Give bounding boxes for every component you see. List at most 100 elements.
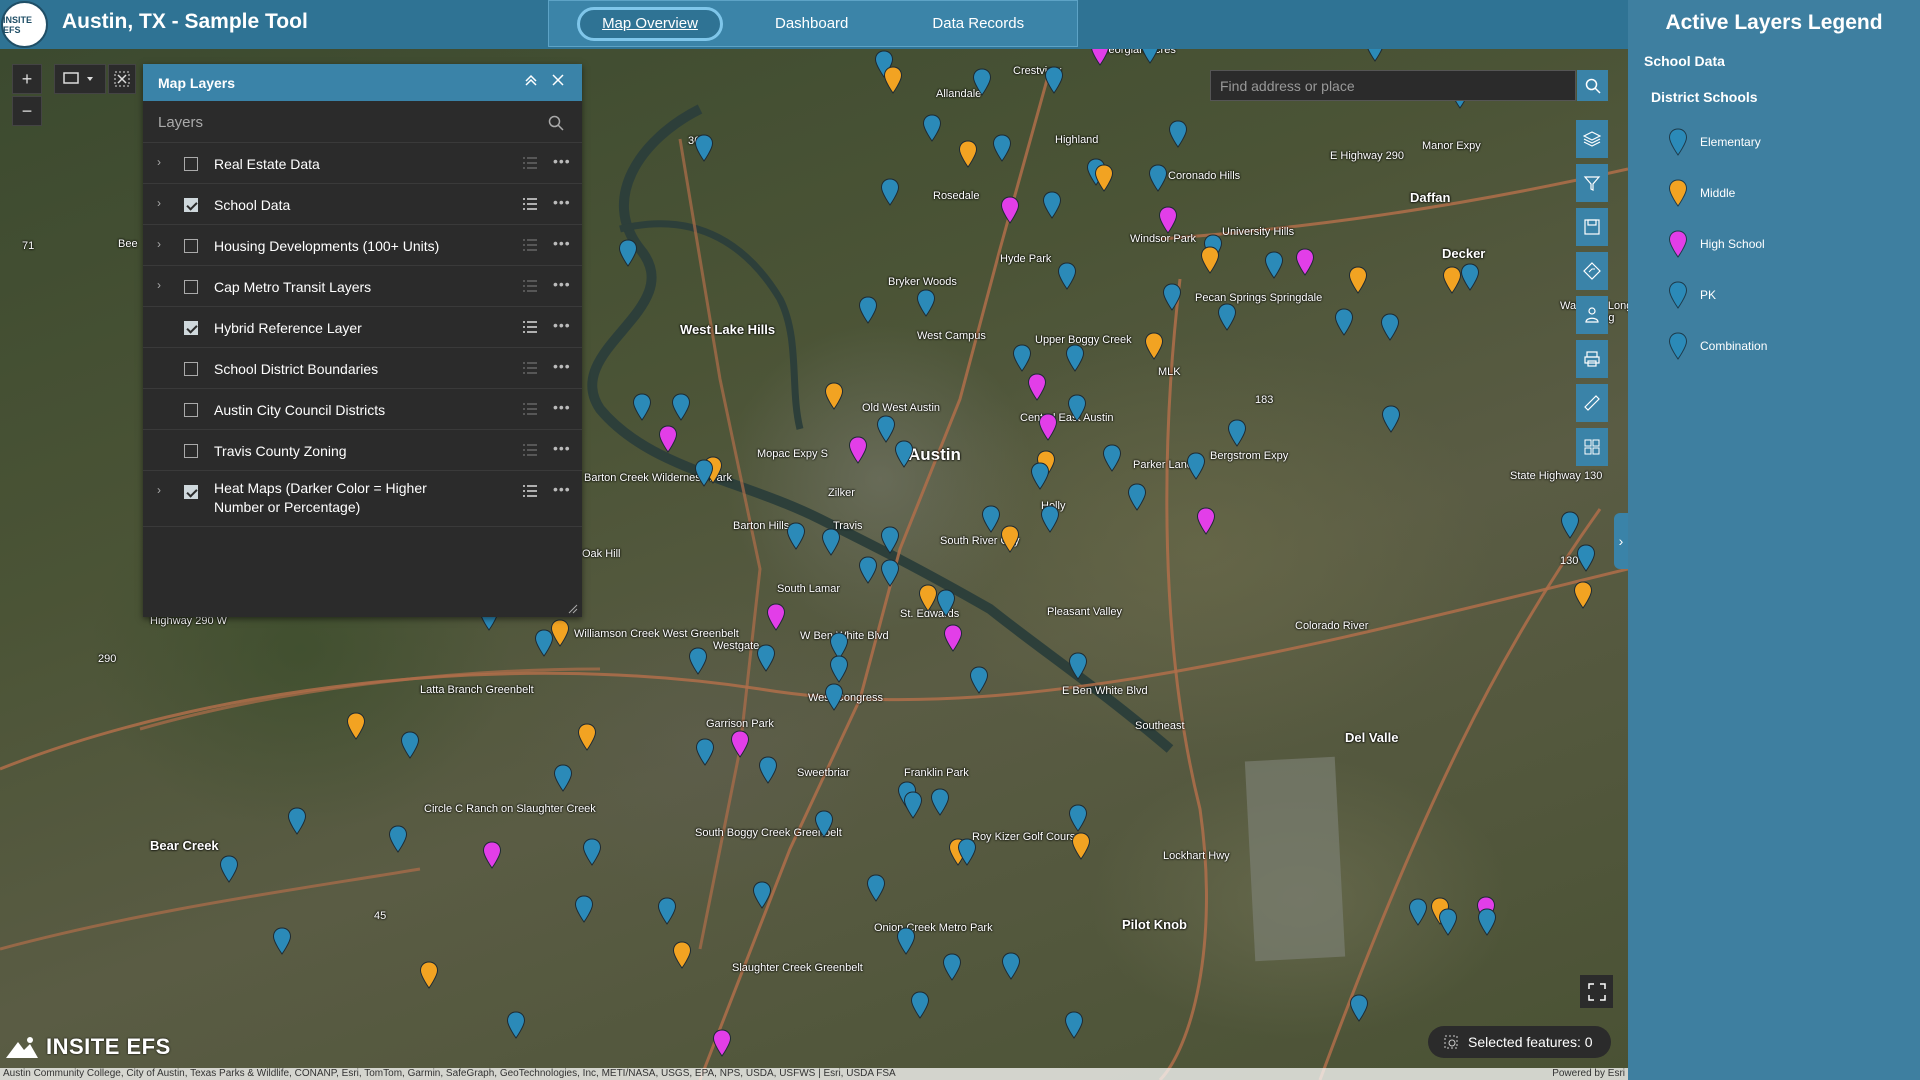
zoom-out-button[interactable]: − [12, 96, 42, 126]
school-pin[interactable] [1044, 66, 1064, 94]
zoom-in-button[interactable]: + [12, 64, 42, 94]
layer-visibility-checkbox[interactable] [184, 485, 198, 499]
school-pin[interactable] [219, 855, 239, 883]
more-options-icon[interactable]: ••• [553, 194, 571, 210]
school-pin[interactable] [657, 897, 677, 925]
school-pin[interactable] [1334, 308, 1354, 336]
school-pin[interactable] [1038, 413, 1058, 441]
tab-data-records[interactable]: Data Records [932, 7, 1024, 41]
school-pin[interactable] [918, 584, 938, 612]
legend-toggle-button[interactable]: › [1614, 513, 1628, 569]
school-pin[interactable] [658, 425, 678, 453]
school-pin[interactable] [880, 178, 900, 206]
school-pin[interactable] [346, 712, 366, 740]
school-pin[interactable] [829, 655, 849, 683]
school-pin[interactable] [1442, 266, 1462, 294]
layer-visibility-checkbox[interactable] [184, 444, 198, 458]
school-pin[interactable] [910, 991, 930, 1019]
school-pin[interactable] [712, 1029, 732, 1057]
school-pin[interactable] [287, 807, 307, 835]
resize-handle-icon[interactable] [568, 604, 578, 614]
school-pin[interactable] [786, 522, 806, 550]
school-pin[interactable] [1127, 483, 1147, 511]
select-tool-button[interactable] [54, 64, 106, 94]
layer-row[interactable]: School District Boundaries ••• [143, 348, 582, 389]
tab-map-overview[interactable]: Map Overview [577, 6, 723, 41]
school-pin[interactable] [814, 810, 834, 838]
map-search-button[interactable] [1577, 70, 1608, 101]
school-pin[interactable] [957, 838, 977, 866]
school-pin[interactable] [1158, 206, 1178, 234]
school-pin[interactable] [1227, 419, 1247, 447]
school-pin[interactable] [969, 666, 989, 694]
chevron-right-icon[interactable]: › [157, 237, 161, 251]
layers-search-input[interactable]: Layers [143, 103, 582, 143]
school-pin[interactable] [482, 841, 502, 869]
school-pin[interactable] [388, 825, 408, 853]
school-pin[interactable] [894, 440, 914, 468]
school-pin[interactable] [883, 66, 903, 94]
school-pin[interactable] [981, 505, 1001, 533]
school-pin[interactable] [1380, 313, 1400, 341]
school-pin[interactable] [1064, 1011, 1084, 1039]
school-pin[interactable] [1186, 452, 1206, 480]
tab-dashboard[interactable]: Dashboard [775, 7, 848, 41]
school-pin[interactable] [553, 764, 573, 792]
school-pin[interactable] [880, 526, 900, 554]
layer-visibility-checkbox[interactable] [184, 280, 198, 294]
school-pin[interactable] [618, 239, 638, 267]
school-pin[interactable] [942, 953, 962, 981]
location-tool-button[interactable] [1576, 296, 1608, 334]
school-pin[interactable] [1027, 373, 1047, 401]
legend-list-icon[interactable] [522, 237, 538, 253]
school-pin[interactable] [1071, 832, 1091, 860]
layer-row[interactable]: Travis County Zoning ••• [143, 430, 582, 471]
school-pin[interactable] [574, 895, 594, 923]
layer-visibility-checkbox[interactable] [184, 198, 198, 212]
school-pin[interactable] [756, 644, 776, 672]
school-pin[interactable] [1168, 120, 1188, 148]
school-pin[interactable] [858, 556, 878, 584]
school-pin[interactable] [916, 289, 936, 317]
fullscreen-button[interactable] [1580, 975, 1613, 1008]
school-pin[interactable] [688, 647, 708, 675]
school-pin[interactable] [848, 436, 868, 464]
school-pin[interactable] [766, 603, 786, 631]
more-options-icon[interactable]: ••• [553, 235, 571, 251]
school-pin[interactable] [1200, 246, 1220, 274]
layer-visibility-checkbox[interactable] [184, 239, 198, 253]
school-pin[interactable] [577, 723, 597, 751]
school-pin[interactable] [958, 140, 978, 168]
legend-list-icon[interactable] [522, 278, 538, 294]
school-pin[interactable] [694, 459, 714, 487]
layer-row[interactable]: › Real Estate Data ••• [143, 143, 582, 184]
school-pin[interactable] [419, 961, 439, 989]
chevron-right-icon[interactable]: › [157, 483, 161, 497]
school-pin[interactable] [582, 838, 602, 866]
school-pin[interactable] [821, 528, 841, 556]
school-pin[interactable] [1144, 332, 1164, 360]
directions-tool-button[interactable] [1576, 252, 1608, 290]
school-pin[interactable] [1065, 344, 1085, 372]
chevron-right-icon[interactable]: › [157, 278, 161, 292]
school-pin[interactable] [1217, 303, 1237, 331]
school-pin[interactable] [632, 393, 652, 421]
school-pin[interactable] [1042, 191, 1062, 219]
school-pin[interactable] [1295, 248, 1315, 276]
school-pin[interactable] [1349, 994, 1369, 1022]
school-pin[interactable] [672, 941, 692, 969]
school-pin[interactable] [1068, 804, 1088, 832]
legend-list-icon[interactable] [522, 155, 538, 171]
clear-selection-button[interactable] [108, 64, 136, 94]
layer-visibility-checkbox[interactable] [184, 362, 198, 376]
school-pin[interactable] [876, 415, 896, 443]
school-pin[interactable] [1365, 49, 1385, 62]
layer-visibility-checkbox[interactable] [184, 321, 198, 335]
save-tool-button[interactable] [1576, 208, 1608, 246]
layer-row[interactable]: › Cap Metro Transit Layers ••• [143, 266, 582, 307]
school-pin[interactable] [1162, 283, 1182, 311]
school-pin[interactable] [272, 927, 292, 955]
school-pin[interactable] [730, 730, 750, 758]
school-pin[interactable] [1348, 266, 1368, 294]
school-pin[interactable] [992, 134, 1012, 162]
